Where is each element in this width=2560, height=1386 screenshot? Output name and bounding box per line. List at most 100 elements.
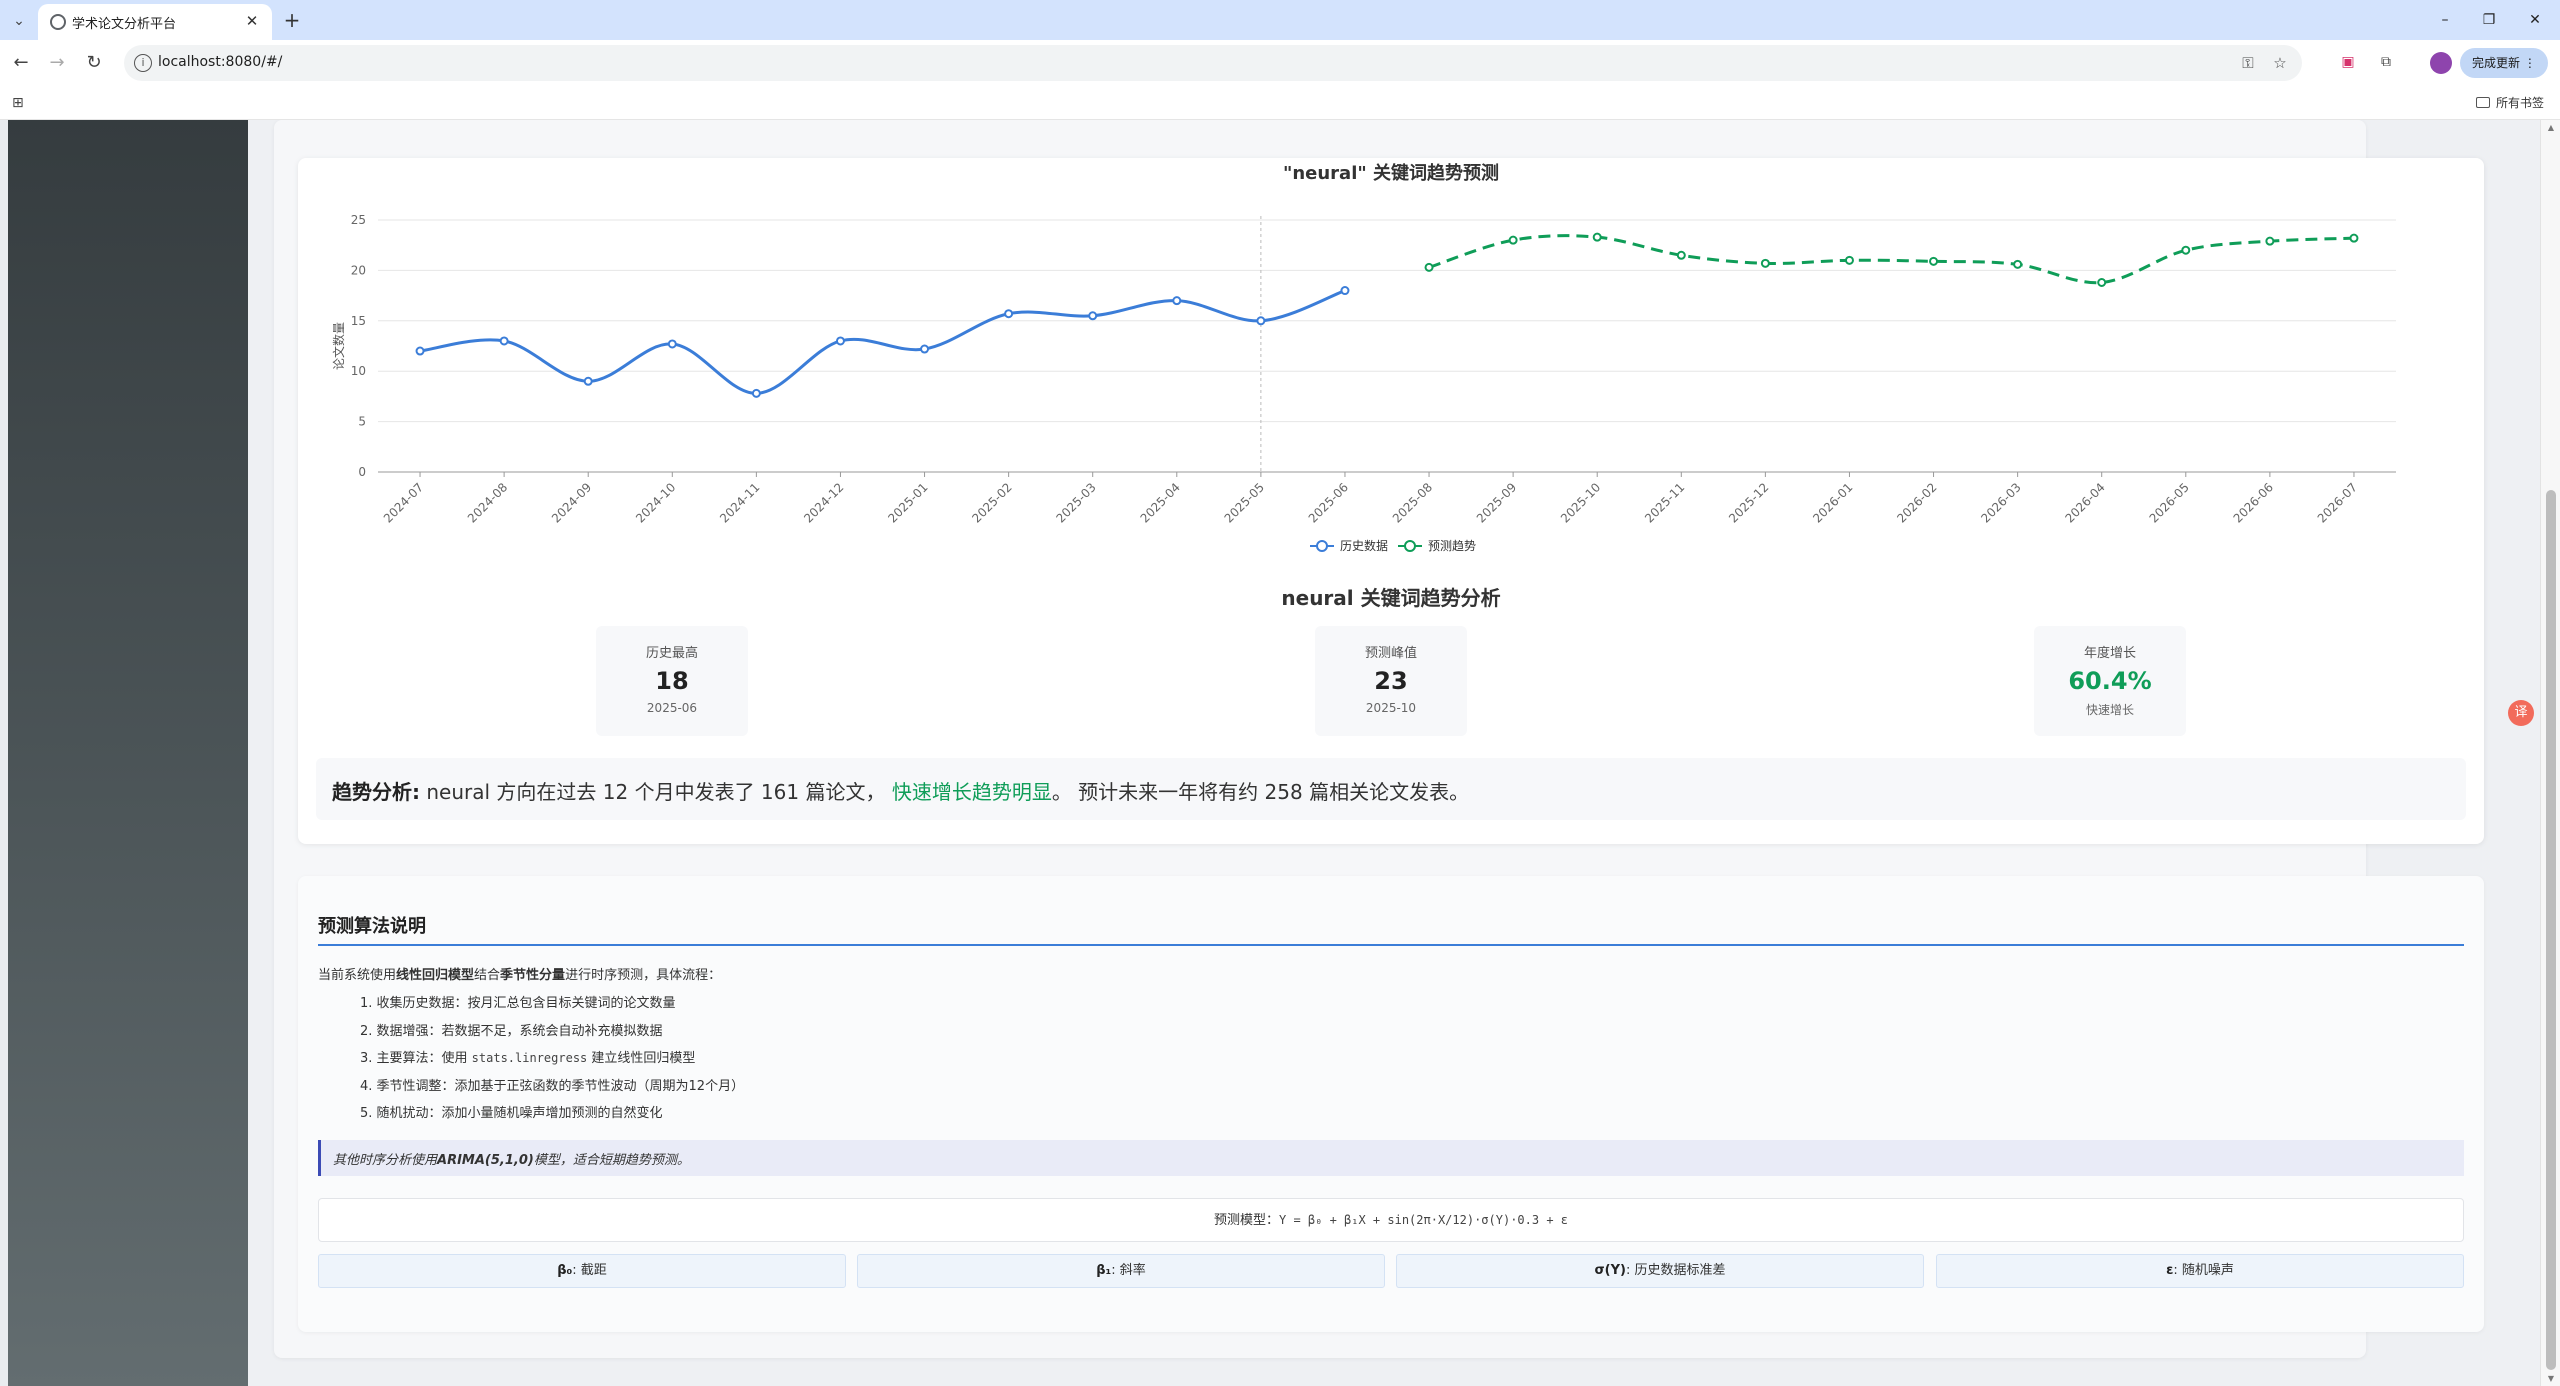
stat-card-annual-growth: 年度增长 60.4% 快速增长 (2034, 626, 2186, 736)
note-model: ARIMA(5,1,0) (437, 1153, 534, 1168)
x-tick-label: 2026-04 (2062, 480, 2107, 525)
tab-search-chevron-icon[interactable]: ⌄ (8, 10, 30, 32)
bookmark-star-icon[interactable]: ☆ (2270, 53, 2290, 73)
forecast-data-point (1508, 235, 1518, 245)
y-tick-label: 20 (351, 263, 366, 277)
back-arrow-icon[interactable]: ← (9, 51, 33, 75)
note-text: 模型，适合短期趋势预测。 (533, 1153, 690, 1168)
browser-tab[interactable]: 学术论文分析平台 ✕ (38, 4, 272, 40)
close-icon[interactable]: ✕ (242, 11, 262, 31)
extension-icon[interactable]: ▣ (2338, 52, 2358, 72)
x-tick-label: 2024-10 (633, 480, 678, 525)
x-tick-label: 2025-03 (1053, 480, 1098, 525)
scroll-down-icon[interactable]: ▼ (2545, 1374, 2557, 1383)
trend-line-chart[interactable]: 0 5 10 15 20 25 论文数量 2024-07 2024-08 2024-09 2024-… (298, 158, 2484, 578)
param-symbol: β₀ (557, 1263, 573, 1278)
translate-icon[interactable]: 译 (2508, 700, 2534, 726)
arima-note: 其他时序分析使用ARIMA(5,1,0)模型，适合短期趋势预测。 (318, 1140, 2464, 1176)
url-text[interactable]: localhost:8080/#/ (158, 54, 282, 70)
apps-grid-icon[interactable]: ⊞ (12, 94, 30, 112)
password-key-icon[interactable]: ⚿ (2238, 53, 2258, 73)
intro-text: 结合 (474, 968, 501, 983)
x-tick-label: 2025-04 (1138, 480, 1183, 525)
history-data-point (499, 336, 509, 346)
history-series-line (419, 289, 1346, 395)
history-data-point (1256, 316, 1266, 326)
profile-avatar[interactable] (2430, 52, 2452, 74)
trend-text-end: 。 预计未来一年将有约 258 篇相关论文发表。 (1051, 780, 1470, 804)
x-tick-label: 2026-06 (2231, 480, 2276, 525)
update-button[interactable]: 完成更新 ⋮ (2460, 48, 2548, 78)
browser-toolbar: ← → ↻ i localhost:8080/#/ ⚿ ☆ ▣ ⧉ 完成更新 ⋮ (0, 40, 2560, 86)
x-tick-label: 2026-05 (2147, 480, 2192, 525)
reload-icon[interactable]: ↻ (82, 51, 106, 75)
page-scrollbar[interactable]: ▲ ▼ (2540, 120, 2560, 1386)
x-tick-label: 2025-10 (1558, 480, 1603, 525)
intro-model: 线性回归模型 (396, 968, 475, 983)
stat-label: 预测峰值 (1364, 646, 1417, 661)
divider (318, 944, 2464, 946)
y-tick-label: 10 (351, 364, 366, 378)
x-tick-label: 2026-02 (1894, 480, 1939, 525)
scroll-up-icon[interactable]: ▲ (2545, 123, 2557, 132)
all-bookmarks-button[interactable]: 所有书签 (2475, 94, 2544, 111)
trend-highlight: 快速增长趋势明显 (891, 780, 1052, 804)
param-intercept: β₀: 截距 (318, 1254, 846, 1288)
list-item: 4. 季节性调整：添加基于正弦函数的季节性波动（周期为12个月） (360, 1075, 744, 1103)
x-tick-label: 2026-03 (1978, 480, 2023, 525)
param-symbol: β₁ (1096, 1263, 1112, 1278)
x-tick-label: 2026-07 (2315, 480, 2360, 525)
update-label: 完成更新 (2472, 56, 2521, 70)
history-data-point (1340, 286, 1350, 296)
algorithm-title: 预测算法说明 (318, 916, 426, 937)
new-tab-plus-icon[interactable]: + (280, 8, 304, 32)
scroll-thumb[interactable] (2546, 490, 2556, 1370)
stat-card-forecast-peak: 预测峰值 23 2025-10 (1315, 626, 1467, 736)
y-tick-label: 15 (351, 314, 366, 328)
param-desc: : 截距 (572, 1263, 607, 1278)
stat-status: 快速增长 (2085, 703, 2134, 717)
puzzle-extensions-icon[interactable]: ⧉ (2376, 52, 2396, 72)
y-tick-label: 0 (358, 465, 366, 479)
step-text: 4. 季节性调整：添加基于正弦函数的季节性波动（周期为12个月） (360, 1078, 745, 1094)
close-window-icon[interactable]: ✕ (2520, 8, 2550, 32)
restore-icon[interactable]: ❐ (2474, 8, 2504, 32)
all-bookmarks-label: 所有书签 (2495, 96, 2544, 110)
minimize-icon[interactable]: – (2430, 8, 2460, 32)
x-tick-label: 2025-08 (1390, 480, 1435, 525)
stat-label: 历史最高 (645, 646, 698, 661)
forward-arrow-icon[interactable]: → (45, 51, 69, 75)
y-axis-label: 论文数量 (331, 322, 346, 370)
site-info-icon[interactable]: i (134, 54, 152, 72)
x-tick-label: 2026-01 (1810, 480, 1855, 525)
legend-forecast-marker (1404, 540, 1416, 552)
forecast-data-point (1592, 232, 1602, 242)
forecast-data-point (2265, 236, 2275, 246)
param-slope: β₁: 斜率 (857, 1254, 1385, 1288)
history-data-point (751, 388, 761, 398)
x-tick-label: 2025-01 (885, 480, 930, 525)
trend-summary: 趋势分析: neural 方向在过去 12 个月中发表了 161 篇论文， 快速… (316, 758, 2466, 820)
x-tick-label: 2025-12 (1726, 480, 1771, 525)
formula-label: 预测模型： (1214, 1213, 1280, 1228)
history-data-point (1004, 309, 1014, 319)
step-text: 2. 数据增强：若数据不足，系统会自动补充模拟数据 (360, 1023, 663, 1039)
x-tick-label: 2025-11 (1642, 480, 1687, 525)
legend-forecast-label: 预测趋势 (1428, 539, 1476, 553)
stat-date: 2025-06 (646, 701, 698, 715)
y-tick-label: 5 (358, 415, 366, 429)
list-item: 3. 主要算法：使用 stats.linregress 建立线性回归模型 (360, 1047, 744, 1075)
forecast-data-point (2013, 259, 2023, 269)
stat-label: 年度增长 (2083, 646, 2136, 661)
x-tick-label: 2025-09 (1474, 480, 1519, 525)
legend-history-label: 历史数据 (1340, 538, 1388, 553)
tab-strip: ⌄ 学术论文分析平台 ✕ + – ❐ ✕ (0, 0, 2560, 40)
algorithm-card: 预测算法说明 当前系统使用线性回归模型结合季节性分量进行时序预测，具体流程： 1… (298, 876, 2484, 1332)
step-text: 建立线性回归模型 (587, 1051, 696, 1066)
address-bar[interactable]: i localhost:8080/#/ ⚿ ☆ (124, 45, 2302, 81)
param-symbol: σ(Y) (1594, 1263, 1626, 1278)
trend-label: 趋势分析: (332, 780, 420, 804)
forecast-data-point (1844, 255, 1854, 265)
trend-text: neural 方向在过去 12 个月中发表了 161 篇论文， (426, 780, 886, 804)
forecast-data-point (1929, 256, 1939, 266)
